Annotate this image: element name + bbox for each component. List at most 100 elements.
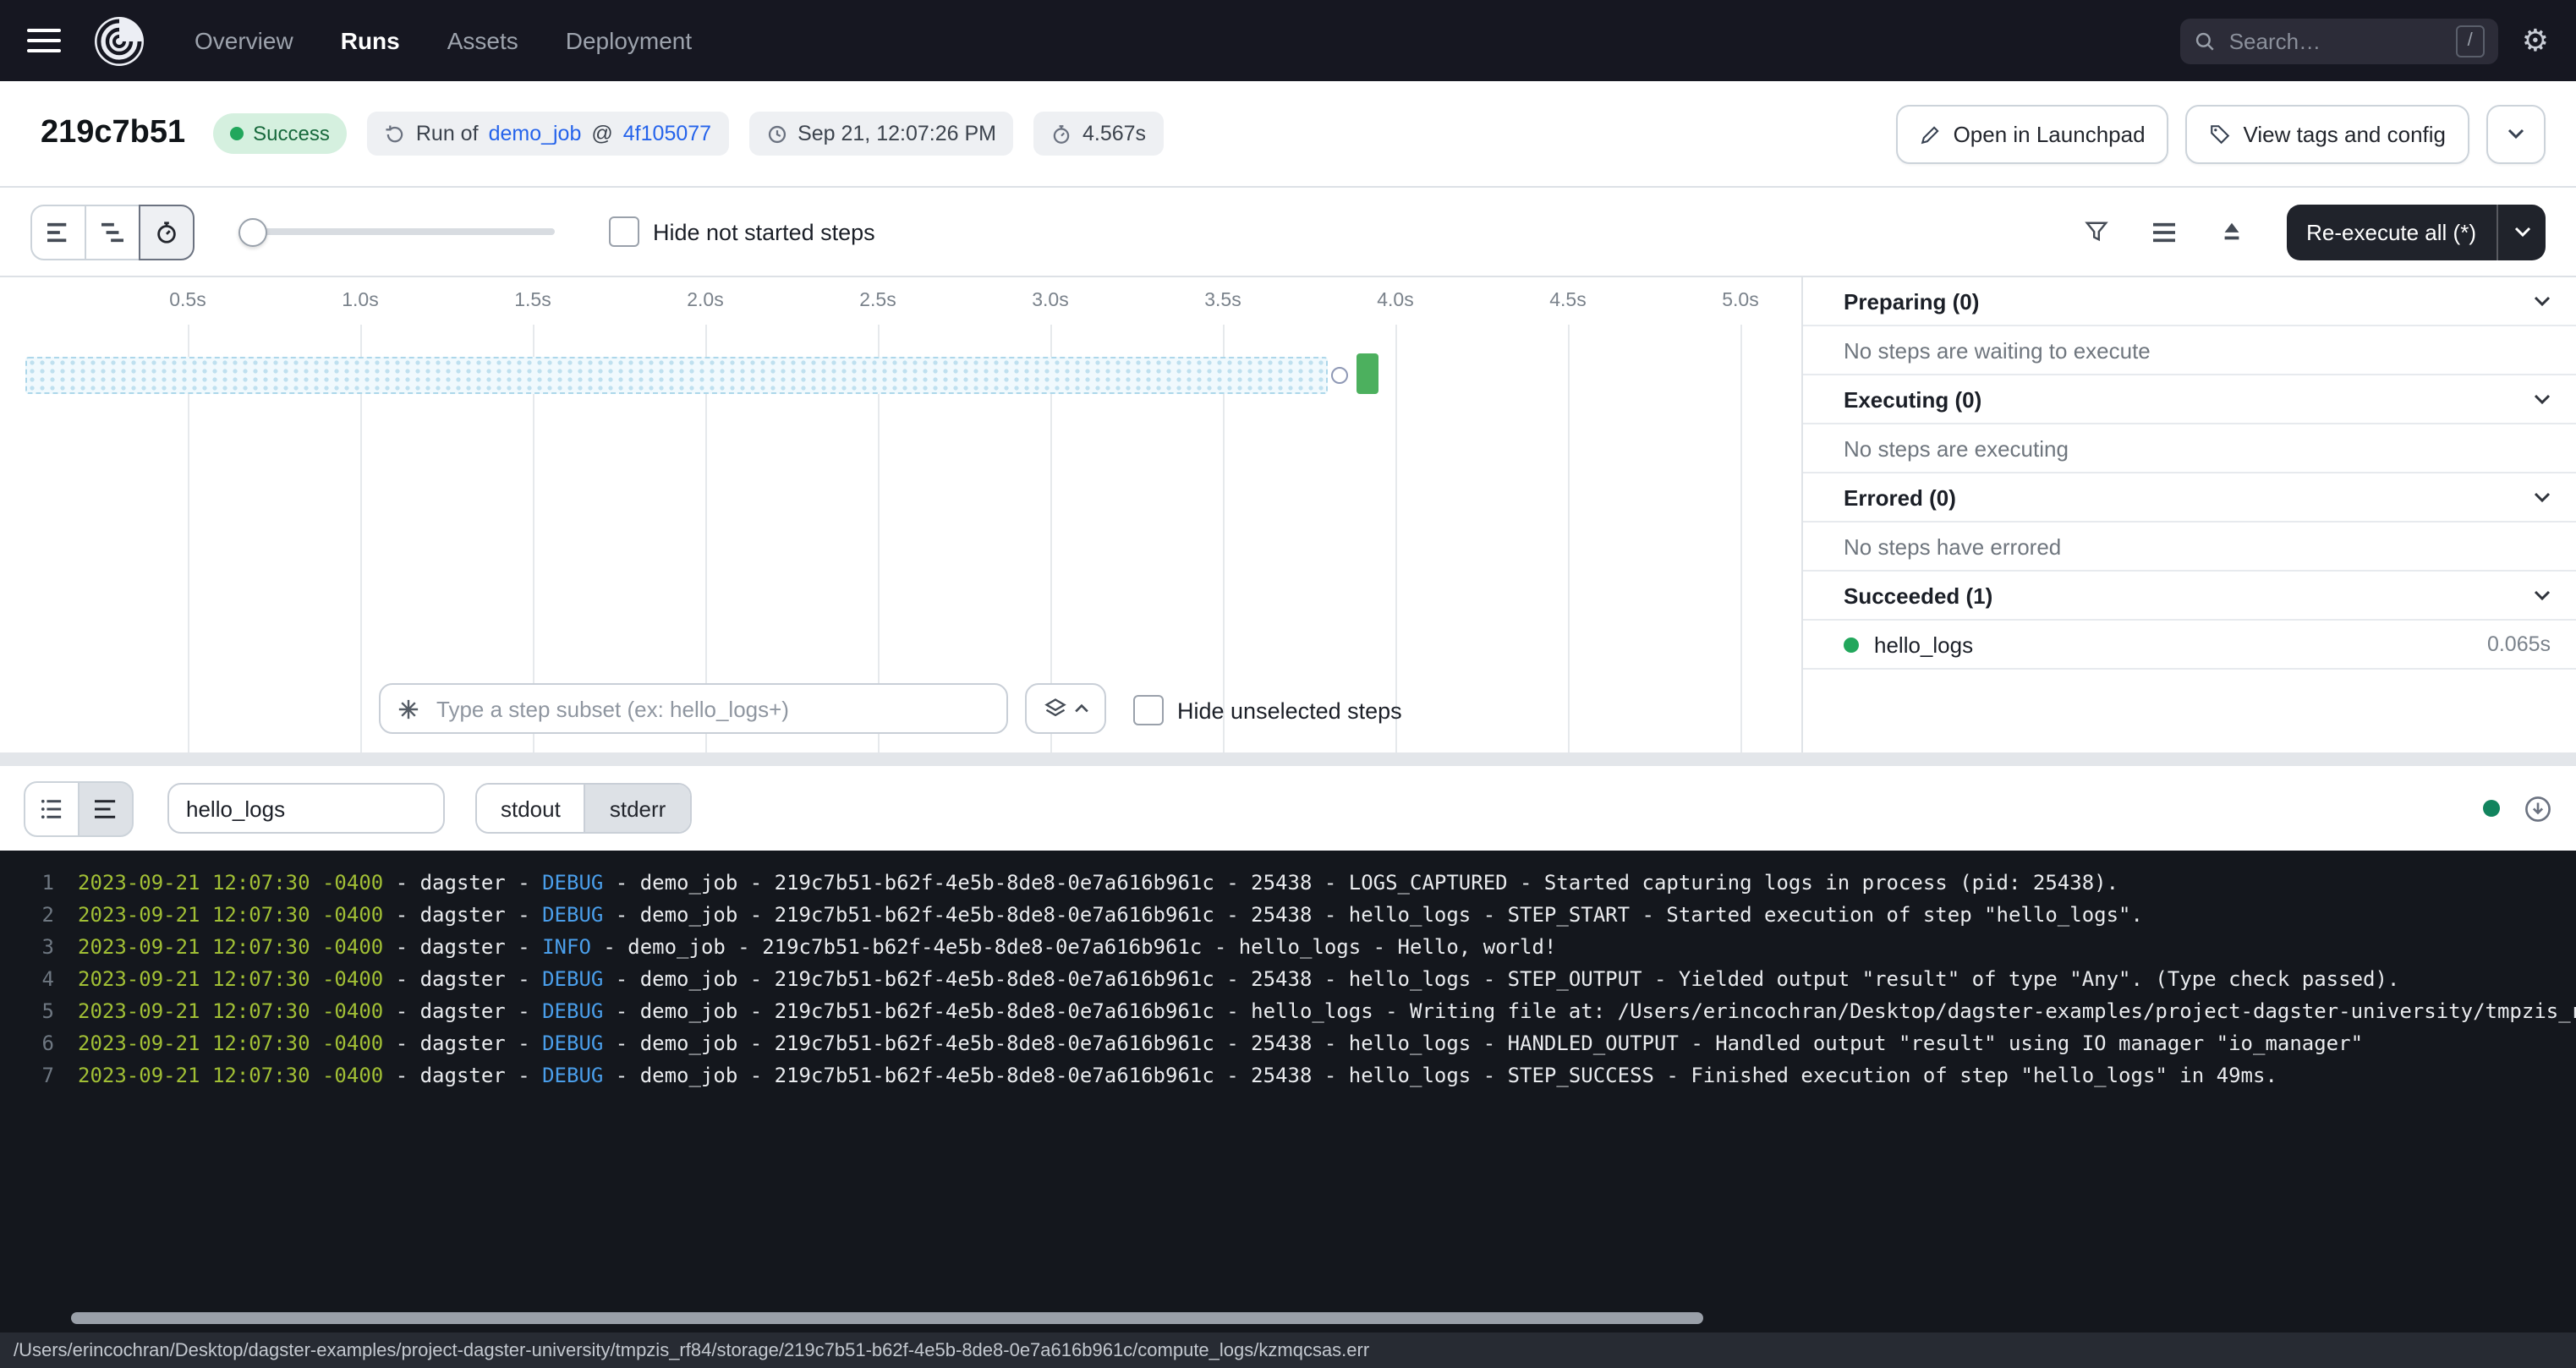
- reexecute-all-button[interactable]: Re-execute all (*): [2286, 204, 2546, 260]
- filter-icon[interactable]: [2073, 208, 2120, 255]
- dagster-logo-icon[interactable]: [91, 13, 147, 68]
- reexecute-chevron-icon[interactable]: [2498, 226, 2546, 238]
- run-of-tag: Run of demo_job @ 4f105077: [367, 112, 728, 156]
- gridline: [1395, 325, 1397, 752]
- axis-tick: 0.5s: [137, 291, 238, 311]
- settings-gear-icon[interactable]: ⚙: [2522, 25, 2549, 56]
- log-toolbar: stdout stderr: [0, 766, 2576, 851]
- dagster-run-page: Overview Runs Assets Deployment / ⚙ 219c…: [0, 0, 2576, 1368]
- tab-stderr[interactable]: stderr: [584, 785, 689, 832]
- gantt-chart: 0.5s 1.0s 1.5s 2.0s 2.5s 3.0s 3.5s 4.0s …: [0, 277, 1801, 752]
- gantt-toolbar: Hide not started steps Re-execute all (*…: [0, 188, 2576, 277]
- gantt-flat-view-button[interactable]: [30, 204, 86, 260]
- axis-tick: 5.0s: [1690, 291, 1791, 311]
- panel-empty-preparing: No steps are waiting to execute: [1803, 326, 2576, 375]
- step-status-panel: Preparing (0) No steps are waiting to ex…: [1801, 277, 2576, 752]
- chevron-down-icon[interactable]: [2534, 589, 2551, 601]
- log-line: 72023-09-21 12:07:30 -0400 - dagster - D…: [0, 1060, 2576, 1092]
- axis-tick: 1.5s: [482, 291, 584, 311]
- panel-section-succeeded[interactable]: Succeeded (1): [1803, 572, 2576, 621]
- log-file-path: /Users/erincochran/Desktop/dagster-examp…: [14, 1340, 1369, 1360]
- tab-stdout[interactable]: stdout: [477, 785, 584, 832]
- success-dot-icon: [1844, 637, 1859, 652]
- gantt-zoom-slider-knob[interactable]: [238, 218, 267, 247]
- step-subset-inputbox[interactable]: [379, 683, 1008, 734]
- step-bar-hello-logs[interactable]: [1357, 353, 1378, 394]
- log-step-filter-input[interactable]: [167, 783, 445, 834]
- log-path-bar: /Users/erincochran/Desktop/dagster-examp…: [0, 1332, 2576, 1368]
- run-actions-chevron-button[interactable]: [2486, 104, 2546, 163]
- nav-overview[interactable]: Overview: [195, 27, 293, 54]
- gridline: [1568, 325, 1570, 752]
- axis-tick: 4.5s: [1517, 291, 1619, 311]
- chevron-down-icon[interactable]: [2534, 295, 2551, 307]
- raw-logs-button[interactable]: [78, 780, 134, 836]
- hide-not-started-checkbox[interactable]: [609, 216, 639, 247]
- rows-icon[interactable]: [2140, 208, 2188, 255]
- hide-not-started-label[interactable]: Hide not started steps: [653, 219, 875, 244]
- hide-unselected-checkbox-row[interactable]: Hide unselected steps: [1133, 695, 1402, 725]
- log-capture-status-dot: [2483, 800, 2500, 817]
- step-subset-input[interactable]: [433, 694, 989, 723]
- gantt-zoom-slider[interactable]: [242, 228, 555, 235]
- panel-section-executing[interactable]: Executing (0): [1803, 375, 2576, 424]
- tag-icon: [2210, 123, 2232, 145]
- gantt-timing-view-button[interactable]: [139, 204, 195, 260]
- hide-not-started-checkbox-row[interactable]: Hide not started steps: [609, 216, 875, 247]
- run-header: 219c7b51 Success Run of demo_job @ 4f105…: [0, 81, 2576, 188]
- nav-runs[interactable]: Runs: [341, 27, 400, 54]
- succeeded-step-row[interactable]: hello_logs 0.065s: [1803, 621, 2576, 670]
- panel-resize-handle[interactable]: [0, 752, 2576, 766]
- step-name[interactable]: hello_logs: [1874, 632, 1973, 657]
- nav-assets[interactable]: Assets: [447, 27, 518, 54]
- layers-icon: [1043, 697, 1066, 720]
- axis-tick: 2.5s: [827, 291, 929, 311]
- step-duration: 0.065s: [2487, 632, 2551, 656]
- graph-query-toggle-button[interactable]: [1025, 683, 1106, 734]
- duration-tag: 4.567s: [1033, 112, 1163, 156]
- view-tags-config-button[interactable]: View tags and config: [2186, 104, 2469, 163]
- chevron-down-icon[interactable]: [2534, 491, 2551, 503]
- step-marker-icon: [1331, 367, 1348, 384]
- log-line: 12023-09-21 12:07:30 -0400 - dagster - D…: [0, 867, 2576, 900]
- menu-icon[interactable]: [27, 22, 61, 59]
- gridline: [1740, 325, 1742, 752]
- open-launchpad-button[interactable]: Open in Launchpad: [1896, 104, 2169, 163]
- stopwatch-icon: [1050, 123, 1072, 145]
- eject-icon[interactable]: [2208, 208, 2255, 255]
- axis-tick: 1.0s: [310, 291, 411, 311]
- nav-deployment[interactable]: Deployment: [566, 27, 692, 54]
- status-dot-icon: [229, 127, 243, 140]
- axis-tick: 3.5s: [1172, 291, 1274, 311]
- history-icon: [384, 123, 406, 145]
- clock-icon: [765, 123, 787, 145]
- log-line: 32023-09-21 12:07:30 -0400 - dagster - I…: [0, 932, 2576, 964]
- log-stream-tabs: stdout stderr: [475, 783, 691, 834]
- top-nav: Overview Runs Assets Deployment / ⚙: [0, 0, 2576, 81]
- snapshot-link[interactable]: 4f105077: [623, 122, 711, 145]
- hide-unselected-checkbox[interactable]: [1133, 695, 1164, 725]
- search-box[interactable]: /: [2180, 18, 2498, 63]
- raw-log-viewer: 12023-09-21 12:07:30 -0400 - dagster - D…: [0, 851, 2576, 1332]
- panel-empty-executing: No steps are executing: [1803, 424, 2576, 473]
- structured-logs-button[interactable]: [24, 780, 79, 836]
- search-input[interactable]: [2226, 26, 2446, 55]
- download-log-icon[interactable]: [2524, 794, 2552, 823]
- axis-tick: 4.0s: [1345, 291, 1446, 311]
- panel-empty-errored: No steps have errored: [1803, 523, 2576, 572]
- hide-unselected-label[interactable]: Hide unselected steps: [1177, 698, 1402, 723]
- gantt-waterfall-view-button[interactable]: [85, 204, 140, 260]
- start-time-tag: Sep 21, 12:07:26 PM: [748, 112, 1013, 156]
- job-link[interactable]: demo_job: [489, 122, 582, 145]
- panel-section-errored[interactable]: Errored (0): [1803, 473, 2576, 523]
- log-line: 22023-09-21 12:07:30 -0400 - dagster - D…: [0, 900, 2576, 932]
- search-shortcut-key: /: [2456, 25, 2485, 57]
- axis-tick: 3.0s: [1000, 291, 1101, 311]
- chevron-down-icon[interactable]: [2534, 393, 2551, 405]
- horizontal-scrollbar[interactable]: [71, 1312, 1703, 1324]
- log-line: 52023-09-21 12:07:30 -0400 - dagster - D…: [0, 996, 2576, 1028]
- caret-up-icon: [1073, 703, 1088, 714]
- log-line: 62023-09-21 12:07:30 -0400 - dagster - D…: [0, 1028, 2576, 1060]
- step-waiting-bar: [25, 357, 1328, 394]
- panel-section-preparing[interactable]: Preparing (0): [1803, 277, 2576, 326]
